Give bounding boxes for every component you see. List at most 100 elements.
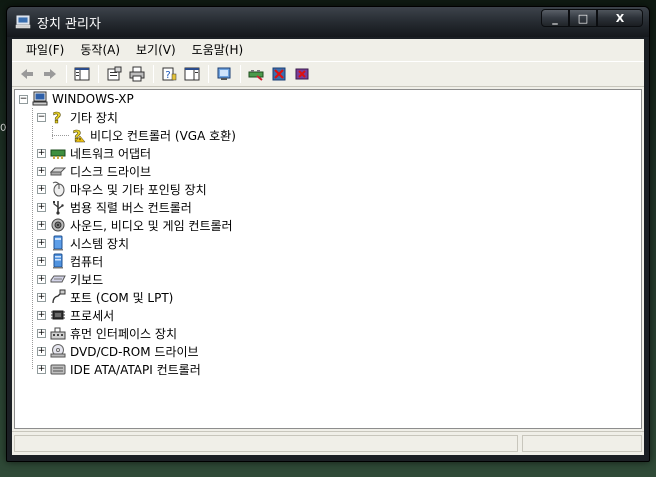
tree-node-label: 휴먼 인터페이스 장치 xyxy=(70,326,177,341)
tree-connector-line xyxy=(52,135,70,136)
toolbar-separator xyxy=(153,65,154,83)
dvd-drive-icon xyxy=(50,344,66,358)
expand-toggle[interactable]: + xyxy=(37,364,46,374)
expand-toggle[interactable]: + xyxy=(37,292,46,302)
expand-toggle[interactable]: + xyxy=(37,238,46,248)
tree-row-dvd-drives[interactable]: + DVD/CD-ROM 드라이브 xyxy=(37,342,199,360)
collapse-toggle[interactable]: − xyxy=(37,112,46,122)
toolbar-separator xyxy=(98,65,99,83)
unknown-device-icon: ? xyxy=(52,109,62,125)
print-icon xyxy=(129,66,145,82)
forward-arrow-icon xyxy=(44,69,56,79)
port-icon xyxy=(52,289,66,304)
toolbar-separator xyxy=(66,65,67,83)
system-device-icon xyxy=(53,235,63,251)
properties-button[interactable] xyxy=(103,64,125,84)
svg-text:?: ? xyxy=(53,109,62,125)
device-manager-window: 장치 관리자 _ □ X 파일(F) 동작(A) 보기(V) 도움말(H) ? … xyxy=(6,6,650,462)
menu-view[interactable]: 보기(V) xyxy=(128,40,184,60)
tree-node-label: 프로세서 xyxy=(70,308,115,323)
tree-row-computer[interactable]: + 컴퓨터 xyxy=(37,252,103,270)
computer-tower-icon xyxy=(53,253,63,269)
close-button[interactable]: X xyxy=(597,9,643,27)
expand-toggle[interactable]: + xyxy=(37,184,46,194)
menu-help[interactable]: 도움말(H) xyxy=(184,40,252,60)
caption-buttons: _ □ X xyxy=(541,9,643,27)
processor-icon xyxy=(51,310,65,320)
properties-icon xyxy=(107,66,122,81)
uninstall-device-icon xyxy=(295,68,309,80)
expand-toggle[interactable]: + xyxy=(37,220,46,230)
tree-node-label: IDE ATA/ATAPI 컨트롤러 xyxy=(70,362,201,377)
help-icon: ? xyxy=(162,67,177,81)
update-driver-button[interactable] xyxy=(245,64,267,84)
console-tree-icon xyxy=(74,67,90,81)
title-bar[interactable]: 장치 관리자 _ □ X xyxy=(7,7,649,37)
disk-drive-icon xyxy=(50,167,66,176)
tree-node-label: 시스템 장치 xyxy=(70,236,130,251)
human-interface-device-icon xyxy=(50,327,66,340)
status-bar xyxy=(12,431,644,455)
expand-toggle[interactable]: + xyxy=(37,310,46,320)
collapse-toggle[interactable]: − xyxy=(19,94,28,104)
expand-toggle[interactable]: + xyxy=(37,274,46,284)
tree-row-root[interactable]: − WINDOWS-XP xyxy=(19,90,134,108)
print-button[interactable] xyxy=(126,64,148,84)
keyboard-icon xyxy=(50,275,66,283)
tree-row-sound-controllers[interactable]: + 사운드, 비디오 및 게임 컨트롤러 xyxy=(37,216,233,234)
disable-device-icon xyxy=(272,67,286,81)
tree-node-label: 키보드 xyxy=(70,272,104,287)
tree-row-mice[interactable]: + 마우스 및 기타 포인팅 장치 xyxy=(37,180,207,198)
menu-action[interactable]: 동작(A) xyxy=(72,40,128,60)
menu-file[interactable]: 파일(F) xyxy=(18,40,72,60)
usb-icon xyxy=(53,201,64,215)
minimize-button[interactable]: _ xyxy=(541,9,569,27)
tree-row-ide-controllers[interactable]: + IDE ATA/ATAPI 컨트롤러 xyxy=(37,360,201,378)
computer-icon xyxy=(32,91,48,106)
tree-connector-line xyxy=(52,126,53,140)
forward-button[interactable] xyxy=(39,64,61,84)
back-button[interactable] xyxy=(16,64,38,84)
unknown-device-warning-icon: ? xyxy=(72,127,86,143)
action-pane-icon xyxy=(184,67,200,81)
tree-row-video-controller[interactable]: ? 비디오 컨트롤러 (VGA 호환) xyxy=(70,126,236,144)
window-client-area: 파일(F) 동작(A) 보기(V) 도움말(H) ? − WINDOWS-XP … xyxy=(12,39,644,455)
back-arrow-icon xyxy=(21,69,33,79)
expand-toggle[interactable]: + xyxy=(37,148,46,158)
tree-node-label: 디스크 드라이브 xyxy=(70,164,152,179)
tree-row-ports[interactable]: + 포트 (COM 및 LPT) xyxy=(37,288,173,306)
toolbar: ? xyxy=(12,61,644,87)
expand-toggle[interactable]: + xyxy=(37,256,46,266)
tree-row-keyboards[interactable]: + 키보드 xyxy=(37,270,103,288)
tree-row-system-devices[interactable]: + 시스템 장치 xyxy=(37,234,129,252)
expand-toggle[interactable]: + xyxy=(37,202,46,212)
device-tree[interactable]: − WINDOWS-XP − ? 기타 장치 ? 비디오 컨트롤러 (VGA 호… xyxy=(14,89,642,429)
expand-toggle[interactable]: + xyxy=(37,166,46,176)
status-panel-main xyxy=(14,435,518,452)
maximize-button[interactable]: □ xyxy=(569,9,597,27)
scan-hardware-button[interactable] xyxy=(213,64,235,84)
tree-node-label: WINDOWS-XP xyxy=(52,92,134,106)
uninstall-device-button[interactable] xyxy=(291,64,313,84)
toolbar-separator xyxy=(240,65,241,83)
tree-node-label: 비디오 컨트롤러 (VGA 호환) xyxy=(90,128,236,143)
tree-node-label: DVD/CD-ROM 드라이브 xyxy=(70,344,199,359)
speaker-icon xyxy=(51,218,65,232)
tree-node-label: 기타 장치 xyxy=(70,110,118,125)
tree-row-network-adapters[interactable]: + 네트워크 어댑터 xyxy=(37,144,151,162)
tree-row-other-devices[interactable]: − ? 기타 장치 xyxy=(37,108,118,126)
tree-row-hid[interactable]: + 휴먼 인터페이스 장치 xyxy=(37,324,177,342)
tree-node-label: 사운드, 비디오 및 게임 컨트롤러 xyxy=(70,218,233,233)
tree-row-processors[interactable]: + 프로세서 xyxy=(37,306,114,324)
status-panel-secondary xyxy=(522,435,642,452)
show-hide-console-tree-button[interactable] xyxy=(71,64,93,84)
show-hide-action-pane-button[interactable] xyxy=(181,64,203,84)
expand-toggle[interactable]: + xyxy=(37,328,46,338)
expand-toggle[interactable]: + xyxy=(37,346,46,356)
help-button[interactable]: ? xyxy=(158,64,180,84)
scan-hardware-icon xyxy=(217,67,231,80)
tree-node-label: 컴퓨터 xyxy=(70,254,104,269)
tree-row-disk-drives[interactable]: + 디스크 드라이브 xyxy=(37,162,151,180)
tree-row-usb-controllers[interactable]: + 범용 직렬 버스 컨트롤러 xyxy=(37,198,192,216)
disable-device-button[interactable] xyxy=(268,64,290,84)
